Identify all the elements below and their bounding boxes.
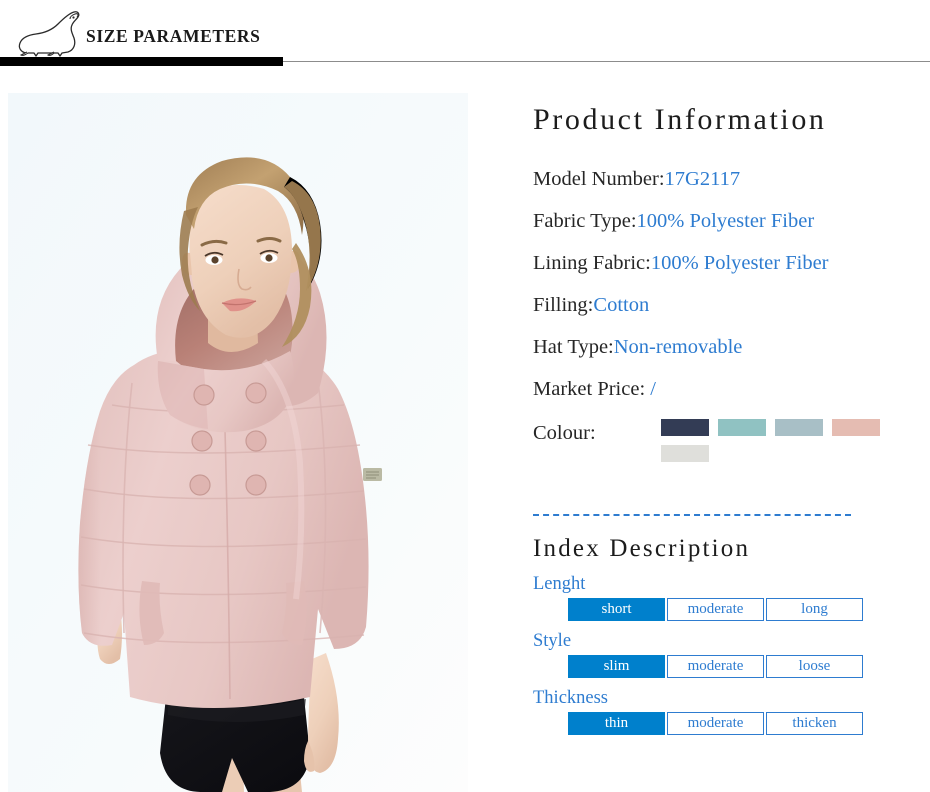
spec-label: Lining Fabric: — [533, 252, 651, 274]
product-detail-page: SIZE PARAMETERS Product Information Mode… — [0, 0, 930, 792]
spec-value: / — [645, 378, 656, 400]
index-description-title: Index Description — [533, 535, 751, 562]
colour-swatch-grid — [661, 419, 883, 462]
index-option-slim[interactable]: slim — [568, 655, 665, 678]
spec-value: Cotton — [593, 294, 650, 316]
colour-swatch-pink[interactable] — [832, 419, 880, 436]
spec-row-fabric-type: Fabric Type:100% Polyester Fiber — [533, 200, 923, 242]
spec-value: 100% Polyester Fiber — [636, 210, 815, 232]
index-option-long[interactable]: long — [766, 598, 863, 621]
header-divider-line — [283, 61, 930, 62]
index-option-moderate[interactable]: moderate — [667, 598, 764, 621]
index-option-moderate[interactable]: moderate — [667, 712, 764, 735]
index-label-thickness: Thickness — [533, 688, 609, 708]
spec-label: Hat Type: — [533, 336, 614, 358]
section-divider — [533, 514, 851, 516]
seal-logo-icon — [14, 8, 86, 58]
spec-label: Filling: — [533, 294, 594, 316]
colour-swatch-teal[interactable] — [718, 419, 766, 436]
index-options-style: slim moderate loose — [568, 655, 923, 678]
index-options-thickness: thin moderate thicken — [568, 712, 923, 735]
spec-value: 100% Polyester Fiber — [650, 252, 829, 274]
spec-row-filling: Filling:Cotton — [533, 284, 923, 326]
index-option-short[interactable]: short — [568, 598, 665, 621]
spec-list: Model Number:17G2117 Fabric Type:100% Po… — [533, 158, 923, 410]
index-label-lenght: Lenght — [533, 574, 586, 594]
index-group-lenght: Lenght short moderate long — [533, 573, 923, 621]
index-label-style: Style — [533, 631, 572, 651]
spec-label: Model Number: — [533, 168, 665, 190]
colour-row: Colour: — [533, 419, 923, 462]
product-photo — [8, 93, 468, 792]
index-option-moderate[interactable]: moderate — [667, 655, 764, 678]
spec-label: Fabric Type: — [533, 210, 637, 232]
index-option-loose[interactable]: loose — [766, 655, 863, 678]
spec-row-lining-fabric: Lining Fabric:100% Polyester Fiber — [533, 242, 923, 284]
page-title: SIZE PARAMETERS — [86, 26, 261, 46]
spec-value: 17G2117 — [664, 168, 741, 190]
colour-swatch-light-grey[interactable] — [661, 445, 709, 462]
spec-label: Market Price: — [533, 378, 646, 400]
index-group-style: Style slim moderate loose — [533, 630, 923, 678]
index-option-thin[interactable]: thin — [568, 712, 665, 735]
index-options-lenght: short moderate long — [568, 598, 923, 621]
colour-swatch-slate-blue[interactable] — [775, 419, 823, 436]
spec-row-model-number: Model Number:17G2117 — [533, 158, 923, 200]
page-header: SIZE PARAMETERS — [0, 0, 930, 66]
header-accent-bar — [0, 57, 283, 66]
index-group-thickness: Thickness thin moderate thicken — [533, 687, 923, 735]
spec-value: Non-removable — [613, 336, 743, 358]
spec-row-hat-type: Hat Type:Non-removable — [533, 326, 923, 368]
index-option-thicken[interactable]: thicken — [766, 712, 863, 735]
spec-row-market-price: Market Price: / — [533, 368, 923, 410]
product-information-title: Product Information — [533, 103, 827, 136]
colour-swatch-navy[interactable] — [661, 419, 709, 436]
colour-label: Colour: — [533, 422, 596, 444]
product-info-panel: Product Information Model Number:17G2117… — [533, 93, 923, 735]
